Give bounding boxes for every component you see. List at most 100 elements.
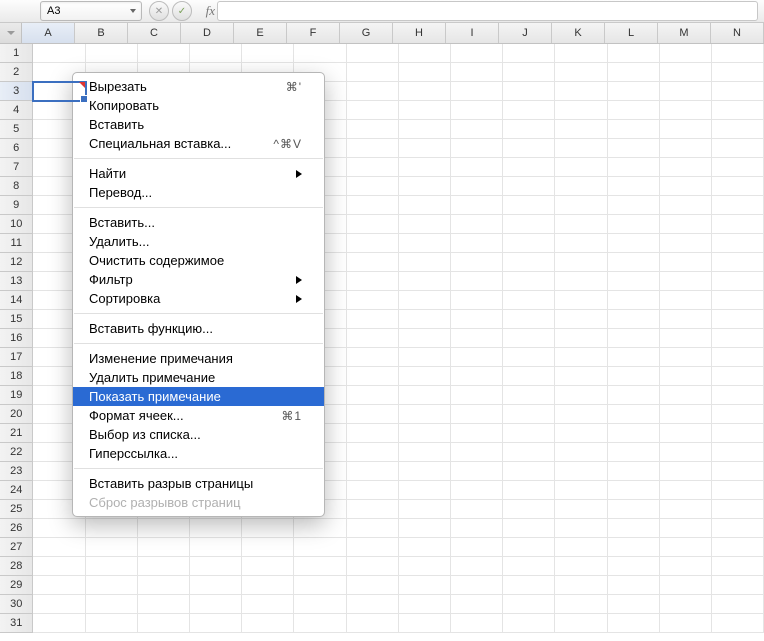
cell[interactable] [347, 481, 399, 500]
menu-item[interactable]: Вставить разрыв страницы [73, 474, 324, 493]
cell[interactable] [451, 63, 503, 82]
cell[interactable] [399, 462, 451, 481]
cell[interactable] [138, 557, 190, 576]
cell[interactable] [503, 348, 555, 367]
cell[interactable] [33, 538, 85, 557]
col-header-C[interactable]: C [128, 23, 181, 43]
cell[interactable] [608, 614, 660, 633]
cell[interactable] [242, 538, 294, 557]
cell[interactable] [608, 44, 660, 63]
col-header-B[interactable]: B [75, 23, 128, 43]
menu-item[interactable]: Копировать [73, 96, 324, 115]
col-header-F[interactable]: F [287, 23, 340, 43]
cell[interactable] [555, 500, 607, 519]
cell[interactable] [503, 519, 555, 538]
row-header[interactable]: 8 [0, 177, 33, 196]
cell[interactable] [555, 386, 607, 405]
row-header[interactable]: 26 [0, 519, 33, 538]
cell[interactable] [712, 253, 764, 272]
cell[interactable] [347, 614, 399, 633]
cell[interactable] [503, 614, 555, 633]
cell[interactable] [399, 215, 451, 234]
cell[interactable] [347, 500, 399, 519]
cell[interactable] [347, 538, 399, 557]
row-header[interactable]: 17 [0, 348, 33, 367]
cell[interactable] [451, 557, 503, 576]
cell[interactable] [399, 576, 451, 595]
cell[interactable] [138, 595, 190, 614]
cell[interactable] [399, 367, 451, 386]
cell[interactable] [347, 158, 399, 177]
cell[interactable] [660, 120, 712, 139]
cell[interactable] [712, 405, 764, 424]
cell[interactable] [660, 196, 712, 215]
cell[interactable] [86, 519, 138, 538]
menu-item[interactable]: Фильтр [73, 270, 324, 289]
cell[interactable] [712, 443, 764, 462]
cancel-button[interactable]: ✕ [149, 1, 169, 21]
cell[interactable] [660, 44, 712, 63]
cell[interactable] [555, 481, 607, 500]
cell[interactable] [660, 386, 712, 405]
cell[interactable] [503, 82, 555, 101]
cell[interactable] [660, 63, 712, 82]
cell[interactable] [608, 234, 660, 253]
cell[interactable] [712, 576, 764, 595]
menu-item[interactable]: Вставить... [73, 213, 324, 232]
cell[interactable] [608, 177, 660, 196]
cell[interactable] [660, 234, 712, 253]
cell[interactable] [347, 291, 399, 310]
cell[interactable] [451, 101, 503, 120]
cell[interactable] [503, 272, 555, 291]
cell[interactable] [451, 82, 503, 101]
col-header-A[interactable]: A [22, 23, 75, 43]
cell[interactable] [347, 44, 399, 63]
cell[interactable] [660, 500, 712, 519]
cell[interactable] [451, 44, 503, 63]
cell[interactable] [242, 595, 294, 614]
cell[interactable] [503, 101, 555, 120]
col-header-G[interactable]: G [340, 23, 393, 43]
confirm-button[interactable]: ✓ [172, 1, 192, 21]
cell[interactable] [660, 424, 712, 443]
row-header[interactable]: 29 [0, 576, 33, 595]
cell[interactable] [451, 215, 503, 234]
cell[interactable] [294, 595, 346, 614]
cell[interactable] [347, 272, 399, 291]
cell[interactable] [712, 82, 764, 101]
cell[interactable] [451, 462, 503, 481]
row-header[interactable]: 24 [0, 481, 33, 500]
cell[interactable] [555, 139, 607, 158]
cell[interactable] [347, 139, 399, 158]
cell[interactable] [503, 63, 555, 82]
cell[interactable] [712, 44, 764, 63]
select-all-corner[interactable] [0, 23, 22, 43]
cell[interactable] [608, 462, 660, 481]
cell[interactable] [399, 101, 451, 120]
cell[interactable] [33, 595, 85, 614]
cell[interactable] [451, 253, 503, 272]
cell[interactable] [608, 63, 660, 82]
menu-item[interactable]: Показать примечание [73, 387, 324, 406]
cell[interactable] [451, 424, 503, 443]
cell[interactable] [608, 82, 660, 101]
cell[interactable] [399, 443, 451, 462]
cell[interactable] [712, 329, 764, 348]
cell[interactable] [503, 367, 555, 386]
col-header-D[interactable]: D [181, 23, 234, 43]
cell[interactable] [503, 177, 555, 196]
row-header[interactable]: 15 [0, 310, 33, 329]
cell[interactable] [555, 82, 607, 101]
cell[interactable] [503, 576, 555, 595]
cell[interactable] [503, 44, 555, 63]
cell[interactable] [86, 614, 138, 633]
cell[interactable] [712, 215, 764, 234]
cell[interactable] [33, 519, 85, 538]
name-box[interactable]: A3 [40, 1, 142, 21]
row-header[interactable]: 22 [0, 443, 33, 462]
cell[interactable] [712, 234, 764, 253]
cell[interactable] [712, 158, 764, 177]
cell[interactable] [503, 443, 555, 462]
cell[interactable] [242, 557, 294, 576]
cell[interactable] [608, 386, 660, 405]
